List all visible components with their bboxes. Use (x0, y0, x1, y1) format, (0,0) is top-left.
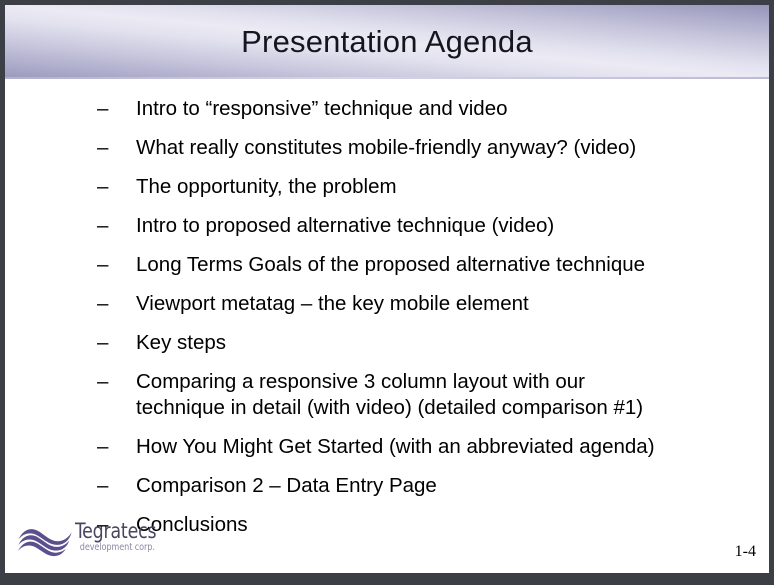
bullet-dash-icon: – (97, 136, 109, 159)
bullet-dash-icon: – (97, 214, 109, 237)
list-item: – Intro to proposed alternative techniqu… (5, 213, 769, 239)
list-item-label: Conclusions (136, 513, 248, 536)
list-item: – What really constitutes mobile-friendl… (5, 135, 769, 161)
slide-page: Presentation Agenda – Intro to “responsi… (5, 5, 769, 573)
list-item-label: Long Terms Goals of the proposed alterna… (136, 253, 646, 276)
list-item-label: Key steps (136, 331, 227, 354)
logo-wordmark: Tegratecs development corp. (75, 519, 159, 554)
list-item-label: Comparison 2 – Data Entry Page (136, 474, 437, 497)
bullet-dash-icon: – (97, 370, 109, 393)
bullet-dash-icon: – (97, 474, 109, 497)
list-item: – The opportunity, the problem (5, 174, 769, 200)
company-logo: Tegratecs development corp. (17, 517, 159, 565)
bullet-dash-icon: – (97, 97, 109, 120)
tegratecs-swoosh-icon (17, 523, 73, 557)
logo-company-name: Tegratecs (75, 519, 157, 543)
list-item: – Comparison 2 – Data Entry Page (5, 473, 769, 499)
bullet-dash-icon: – (97, 175, 109, 198)
bullet-dash-icon: – (97, 292, 109, 315)
agenda-list: – Intro to “responsive” technique and vi… (5, 79, 769, 538)
bullet-dash-icon: – (97, 253, 109, 276)
list-item: – Long Terms Goals of the proposed alter… (5, 252, 769, 278)
list-item-label: The opportunity, the problem (136, 175, 397, 198)
list-item: – Key steps (5, 330, 769, 356)
bullet-dash-icon: – (97, 435, 109, 458)
list-item-label: Intro to “responsive” technique and vide… (136, 97, 508, 120)
list-item: – Viewport metatag – the key mobile elem… (5, 291, 769, 317)
page-title: Presentation Agenda (241, 24, 533, 59)
logo-tagline: development corp. (79, 542, 155, 553)
slide-page-number: 1-4 (734, 543, 756, 560)
list-item-label: How You Might Get Started (with an abbre… (136, 435, 655, 458)
list-item: – Comparing a responsive 3 column layout… (5, 369, 769, 421)
list-item-label: Comparing a responsive 3 column layout w… (136, 370, 644, 419)
list-item-label: Viewport metatag – the key mobile elemen… (136, 292, 529, 315)
list-item: – How You Might Get Started (with an abb… (5, 434, 769, 460)
list-item-label: What really constitutes mobile-friendly … (136, 136, 637, 159)
list-item-label: Intro to proposed alternative technique … (136, 214, 555, 237)
list-item: – Intro to “responsive” technique and vi… (5, 96, 769, 122)
bullet-dash-icon: – (97, 331, 109, 354)
slide-title-band: Presentation Agenda (5, 5, 769, 79)
presentation-slide: Presentation Agenda – Intro to “responsi… (0, 0, 774, 585)
